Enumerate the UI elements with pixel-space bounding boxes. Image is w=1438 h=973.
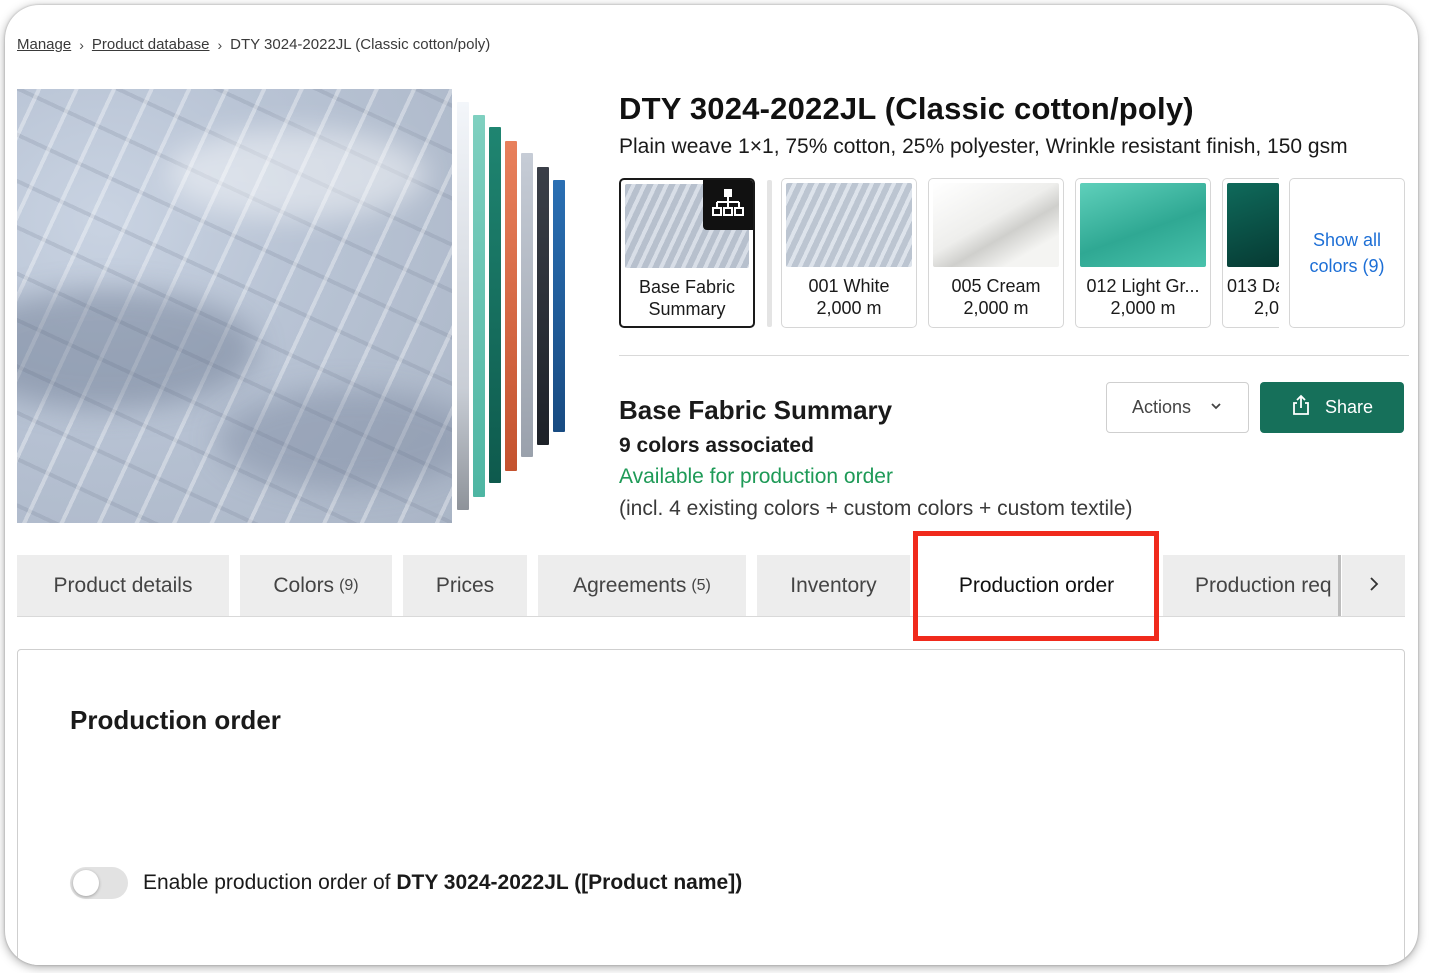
actions-label: Actions (1131, 397, 1192, 417)
breadcrumb-current: DTY 3024-2022JL (Classic cotton/poly) (230, 36, 491, 53)
tab-production-req[interactable]: Production req (1163, 555, 1341, 617)
share-label: Share (1324, 397, 1374, 417)
color-card-label: Base Fabric Summary (638, 277, 736, 319)
annotation-highlight-box (913, 531, 1159, 641)
fabric-thumbnail (1227, 183, 1279, 267)
product-title: DTY 3024-2022JL (Classic cotton/poly) (619, 91, 1194, 126)
color-card-001-white[interactable]: 001 White 2,000 m (781, 178, 917, 328)
section-divider (619, 355, 1409, 356)
color-card-label: 005 Cream 2,000 m (951, 276, 1041, 318)
swatch-strip (521, 153, 533, 457)
tab-prices[interactable]: Prices (403, 555, 527, 617)
breadcrumb: Manage › Product database › DTY 3024-202… (17, 36, 490, 53)
swatch-strip (505, 141, 517, 471)
swatch-strip (537, 167, 549, 445)
share-button[interactable]: Share (1260, 382, 1404, 433)
production-order-panel: Production order Enable production order… (17, 649, 1405, 965)
color-card-013-dark[interactable]: 013 Da 2,0 (1222, 178, 1279, 328)
colors-associated-count: 9 colors associated (619, 434, 814, 457)
tab-inventory[interactable]: Inventory (757, 555, 910, 617)
availability-status: Available for production order (619, 465, 893, 488)
tabs-scroll-right-button[interactable] (1342, 555, 1405, 617)
tab-underline (17, 616, 1405, 617)
product-hero-image (17, 89, 452, 523)
card-divider (767, 180, 772, 327)
fabric-thumbnail (933, 183, 1059, 267)
chevron-right-icon (1367, 576, 1381, 597)
swatch-strip (457, 102, 469, 510)
app-window: Manage › Product database › DTY 3024-202… (5, 5, 1418, 965)
tab-colors[interactable]: Colors (9) (240, 555, 392, 617)
share-icon (1291, 394, 1311, 421)
tab-product-details[interactable]: Product details (17, 555, 229, 617)
color-card-label: 001 White 2,000 m (808, 276, 890, 318)
summary-title: Base Fabric Summary (619, 395, 893, 425)
chevron-right-icon: › (79, 36, 84, 53)
color-card-label: 012 Light Gr... 2,000 m (1086, 276, 1200, 318)
toggle-label: Enable production order of DTY 3024-2022… (143, 871, 743, 894)
fabric-thumbnail (786, 183, 912, 267)
breadcrumb-manage-link[interactable]: Manage (17, 36, 71, 53)
panel-title: Production order (70, 705, 281, 735)
product-description: Plain weave 1×1, 75% cotton, 25% polyest… (619, 135, 1348, 158)
color-card-label: 013 Da 2,0 (1227, 276, 1279, 318)
color-card-005-cream[interactable]: 005 Cream 2,000 m (928, 178, 1064, 328)
swatch-strip (553, 180, 565, 432)
color-card-012-light-green[interactable]: 012 Light Gr... 2,000 m (1075, 178, 1211, 328)
breadcrumb-product-database-link[interactable]: Product database (92, 36, 210, 53)
tab-agreements[interactable]: Agreements (5) (538, 555, 746, 617)
enable-production-order-toggle[interactable] (70, 867, 128, 899)
color-card-base-fabric-summary[interactable]: Base Fabric Summary (619, 178, 755, 328)
toggle-knob (73, 870, 99, 896)
color-variant-list: Base Fabric Summary 001 White 2,000 m 00… (619, 178, 1409, 330)
chevron-down-icon (1209, 397, 1223, 418)
fabric-thumbnail (1080, 183, 1206, 267)
hierarchy-icon (703, 180, 753, 230)
swatch-strip (489, 127, 501, 483)
chevron-right-icon: › (217, 36, 223, 53)
tab-bar: Product details Colors (9) Prices Agreeme… (17, 555, 1405, 617)
swatch-strip (473, 115, 485, 497)
availability-note: (incl. 4 existing colors + custom colors… (619, 497, 1133, 520)
show-all-colors-link[interactable]: Show all colors (9) (1289, 178, 1405, 328)
actions-dropdown-button[interactable]: Actions (1106, 382, 1249, 433)
